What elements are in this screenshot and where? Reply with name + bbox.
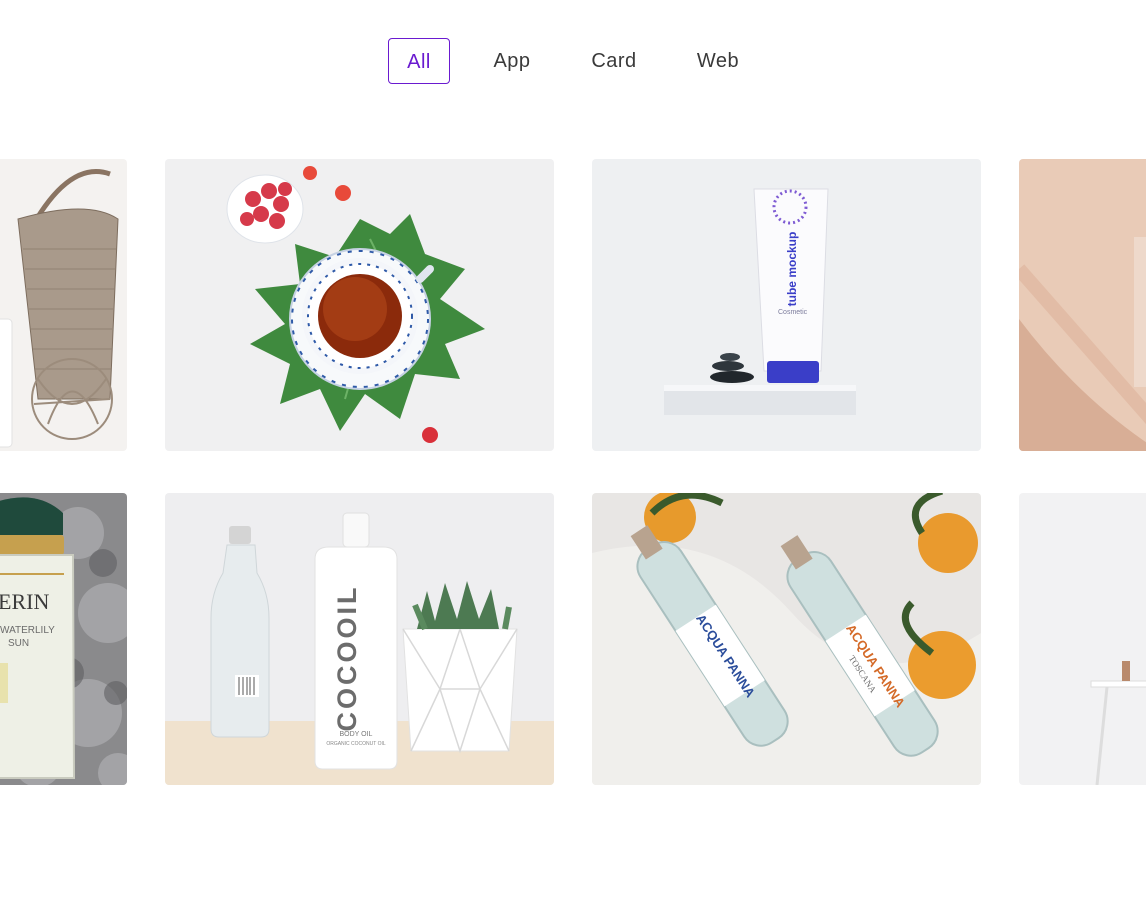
filter-tab-web[interactable]: Web [688,38,748,84]
portfolio-page: All App Card Web tube mockup Cosmetic ER… [0,0,1146,917]
svg-text:BODY OIL: BODY OIL [340,731,373,738]
gallery-item-marble[interactable] [1019,159,1146,451]
tube-mockup-image: tube mockup Cosmetic [592,159,981,451]
gallery-item-interior[interactable] [1019,493,1146,785]
portfolio-filter-bar: All App Card Web [0,38,1146,84]
gallery-item-acqua-panna[interactable]: ACQUA PANNA ACQUA PANNA TOSCANA [592,493,981,785]
tea-image [165,159,554,451]
interior-image [1019,493,1146,785]
svg-text:SUN: SUN [8,638,29,649]
filter-tab-card[interactable]: Card [584,38,644,84]
marble-image [1019,159,1146,451]
perfume-image: ERIN WATERLILY SUN [0,493,127,785]
gallery-item-tube-mockup[interactable]: tube mockup Cosmetic [592,159,981,451]
gallery-item-tea[interactable] [165,159,554,451]
acqua-panna-image: ACQUA PANNA ACQUA PANNA TOSCANA [592,493,981,785]
filter-tab-all[interactable]: All [388,38,450,84]
cocooil-label-text: COCOOIL [332,585,362,732]
gallery-item-perfume[interactable]: ERIN WATERLILY SUN [0,493,127,785]
svg-text:WATERLILY: WATERLILY [0,625,55,636]
basket-image [0,159,127,451]
gallery-item-basket[interactable] [0,159,127,451]
filter-tab-app[interactable]: App [482,38,542,84]
gallery-item-coconut-oil[interactable]: COCOOIL BODY OIL ORGANIC COCONUT OIL [165,493,554,785]
perfume-label-text: ERIN [0,589,49,614]
coconut-oil-image: COCOOIL BODY OIL ORGANIC COCONUT OIL [165,493,554,785]
tube-label-text: tube mockup [785,232,799,307]
svg-text:Cosmetic: Cosmetic [778,309,808,316]
svg-text:ORGANIC COCONUT OIL: ORGANIC COCONUT OIL [326,741,386,747]
